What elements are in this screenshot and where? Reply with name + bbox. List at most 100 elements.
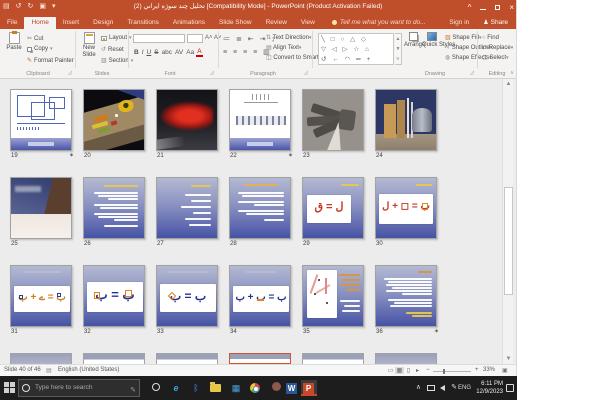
slide-23[interactable]: 23: [302, 89, 366, 165]
cut-button[interactable]: ✂Cut: [27, 35, 43, 42]
layout-button[interactable]: Layout▾: [101, 35, 132, 41]
slide-28[interactable]: 28: [229, 177, 293, 253]
font-name-combobox[interactable]: [133, 34, 185, 43]
slide-37-partial[interactable]: [10, 353, 72, 364]
network-icon[interactable]: [427, 385, 435, 391]
bold-button[interactable]: B: [133, 49, 140, 56]
action-center-icon[interactable]: [506, 384, 514, 392]
tray-chevron-icon[interactable]: ∧: [416, 384, 421, 392]
taskbar-bluetooth-icon[interactable]: ᛒ: [188, 380, 204, 396]
taskbar-app-icon[interactable]: [268, 380, 284, 396]
slide-38-partial[interactable]: [83, 353, 145, 364]
tab-review[interactable]: Review: [259, 17, 294, 29]
slideshow-view-button[interactable]: ▸: [413, 367, 422, 374]
character-spacing-button[interactable]: AV: [174, 49, 184, 56]
normal-view-button[interactable]: ▭: [386, 367, 395, 374]
slide-27[interactable]: 27: [156, 177, 220, 253]
zoom-in-button[interactable]: +: [475, 367, 479, 373]
customize-qat-icon[interactable]: ▾: [52, 1, 56, 13]
slide-30[interactable]: ل + ◻ = ب 30: [375, 177, 439, 253]
drawing-dialog-launcher-icon[interactable]: ◿: [470, 70, 474, 76]
start-slideshow-icon[interactable]: ▣: [39, 1, 46, 13]
text-direction-button[interactable]: ⇅ Text Direction▾: [266, 33, 311, 43]
font-size-combobox[interactable]: [187, 34, 203, 43]
slide-34[interactable]: ب + ٮ = ب 34: [229, 265, 293, 341]
save-icon[interactable]: ▤: [3, 1, 10, 13]
slide-21[interactable]: 21: [156, 89, 220, 165]
strikethrough-button[interactable]: S: [153, 49, 159, 56]
copy-button[interactable]: Copy▾: [27, 46, 53, 52]
animation-indicator-icon[interactable]: ✶: [288, 152, 293, 159]
undo-icon[interactable]: ↺: [16, 1, 22, 13]
slide-39-partial[interactable]: [156, 353, 218, 364]
select-button[interactable]: ▢ Select▾: [482, 53, 509, 63]
tray-pen-icon[interactable]: ✎: [451, 384, 457, 392]
sign-in-button[interactable]: Sign in: [443, 17, 475, 29]
shapes-row3[interactable]: ↺ ← ◠ ═ +: [321, 55, 391, 65]
find-button[interactable]: ○ Find: [482, 33, 499, 43]
share-button[interactable]: ♟ Share: [475, 17, 516, 29]
taskbar-powerpoint-icon[interactable]: P: [301, 380, 317, 396]
format-painter-button[interactable]: ✎Format Painter: [27, 57, 74, 64]
restore-button[interactable]: [495, 5, 500, 10]
replace-button[interactable]: ⇄ Replace▾: [482, 43, 513, 53]
font-color-button[interactable]: A: [196, 48, 202, 57]
new-slide-button[interactable]: New Slide: [78, 32, 100, 58]
text-shadow-button[interactable]: abc: [161, 49, 173, 56]
slide-24[interactable]: 24: [375, 89, 439, 165]
slide-40-partial-selected[interactable]: [229, 353, 291, 364]
slide-36[interactable]: 36 ✶: [375, 265, 439, 341]
tab-slide-show[interactable]: Slide Show: [212, 17, 259, 29]
underline-button[interactable]: U: [146, 49, 153, 56]
slide-25[interactable]: 25: [10, 177, 74, 253]
slide-42-partial[interactable]: [375, 353, 437, 364]
close-button[interactable]: ×: [509, 3, 514, 12]
scroll-up-icon[interactable]: ▲: [503, 79, 514, 89]
tab-animations[interactable]: Animations: [166, 17, 212, 29]
slide-33[interactable]: ب = ب 33: [156, 265, 220, 341]
animation-indicator-icon[interactable]: ✶: [434, 328, 439, 335]
clock[interactable]: 6:11 PM 12/9/2023: [476, 380, 503, 396]
tab-transitions[interactable]: Transitions: [120, 17, 166, 29]
taskbar-store-icon[interactable]: ▦: [228, 380, 244, 396]
slide-26[interactable]: 26: [83, 177, 147, 253]
change-case-button[interactable]: Aa: [185, 49, 195, 56]
quick-styles-button[interactable]: Quick Styles: [422, 32, 442, 49]
language-book-icon[interactable]: ▤: [46, 367, 52, 374]
italic-button[interactable]: I: [141, 49, 145, 56]
slide-19[interactable]: 19 ✶: [10, 89, 74, 165]
taskbar-cortana-circle-icon[interactable]: [148, 380, 164, 396]
zoom-out-button[interactable]: −: [426, 367, 430, 373]
zoom-slider-thumb[interactable]: [443, 369, 445, 374]
speaker-icon[interactable]: [440, 385, 445, 391]
zoom-level[interactable]: 33%: [483, 367, 495, 373]
shapes-gallery[interactable]: ╲ □ ○ △ ◇ ▽ ◁ ▷ ☆ ⌂ ↺ ← ◠ ═ +: [318, 33, 394, 65]
vertical-scrollbar[interactable]: ▲ ▼: [502, 79, 513, 364]
taskbar-chrome-icon[interactable]: [248, 380, 264, 396]
redo-icon[interactable]: ↻: [28, 1, 34, 13]
fit-slide-to-window-icon[interactable]: ▣: [502, 367, 508, 374]
tab-home[interactable]: Home: [24, 17, 55, 29]
shapes-gallery-scroll[interactable]: ▲▼≡: [395, 33, 402, 65]
slide-sorter-view[interactable]: 19 ✶ 20 21: [0, 79, 516, 364]
tell-me-box[interactable]: Tell me what you want to do...: [322, 17, 432, 29]
zoom-slider[interactable]: [433, 371, 471, 372]
slide-sorter-view-button[interactable]: ▦: [395, 367, 404, 374]
arrange-button[interactable]: Arrange: [404, 32, 422, 49]
slide-20[interactable]: 20: [83, 89, 147, 165]
animation-indicator-icon[interactable]: ✶: [69, 152, 74, 159]
scrollbar-thumb[interactable]: [504, 187, 513, 295]
collapse-ribbon-icon[interactable]: ∧: [510, 70, 514, 76]
shapes-row2[interactable]: ▽ ◁ ▷ ☆ ⌂: [321, 45, 391, 55]
ribbon-display-options-icon[interactable]: ^: [468, 3, 472, 12]
slide-32[interactable]: ب = ب 32: [83, 265, 147, 341]
paragraph-row2-buttons[interactable]: ≡ ≡ ≡ ≡ ▥: [223, 48, 272, 56]
tab-file[interactable]: File: [0, 17, 24, 29]
taskbar-file-explorer-icon[interactable]: [208, 380, 224, 396]
slide-41-partial[interactable]: [302, 353, 364, 364]
clipboard-dialog-launcher-icon[interactable]: ◿: [68, 70, 72, 76]
taskbar-edge-icon[interactable]: e: [168, 380, 184, 396]
paragraph-dialog-launcher-icon[interactable]: ◿: [304, 70, 308, 76]
tab-design[interactable]: Design: [86, 17, 120, 29]
font-dialog-launcher-icon[interactable]: ◿: [210, 70, 214, 76]
